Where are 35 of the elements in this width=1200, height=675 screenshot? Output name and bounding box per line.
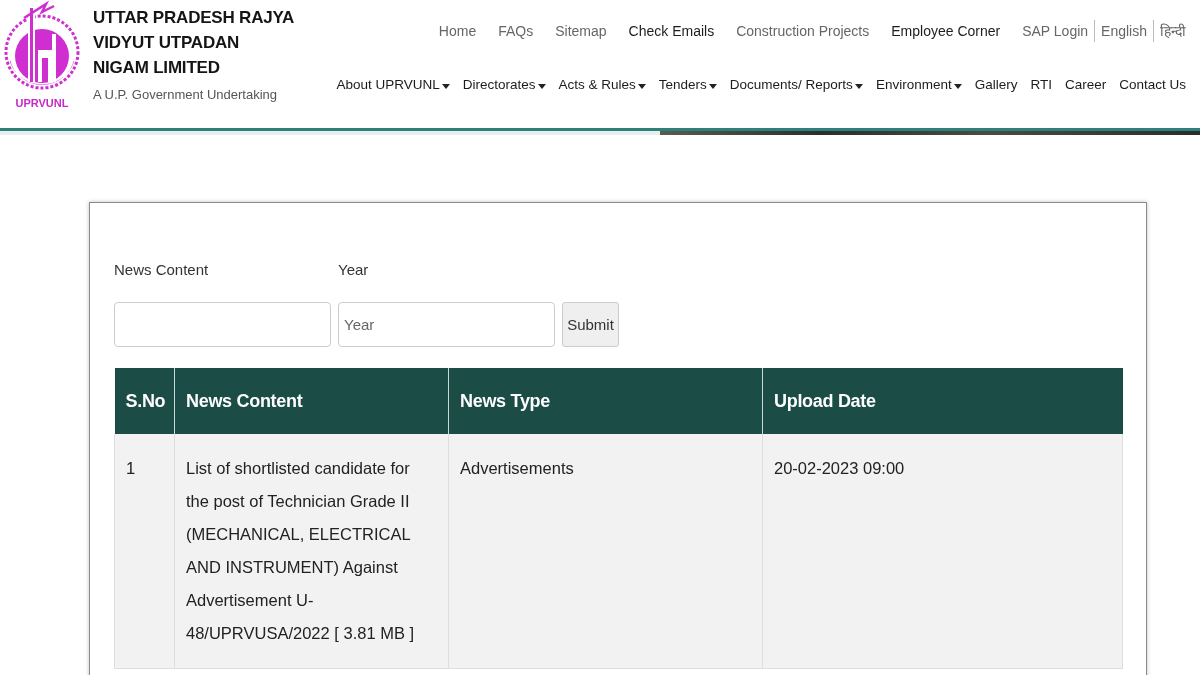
menu-item[interactable]: Tenders (658, 77, 717, 92)
column-header: News Content (174, 368, 449, 434)
column-header: S.No (114, 368, 175, 434)
menu-item[interactable]: Environment (875, 77, 962, 92)
table-cell: 1 (114, 434, 175, 669)
nav-link[interactable]: Construction Projects (736, 23, 870, 39)
input-field[interactable] (114, 302, 331, 347)
menu-item[interactable]: RTI (1030, 77, 1052, 92)
menu-item[interactable]: Gallery (974, 77, 1018, 92)
language-link[interactable]: हिन्दी (1153, 20, 1186, 42)
menu-item[interactable]: Directorates (462, 77, 546, 92)
table-cell: Advertisements (448, 434, 763, 669)
logo-text: UPRVUNL (15, 97, 69, 109)
language-link[interactable]: English (1094, 20, 1147, 42)
input-field[interactable]: Year (338, 302, 555, 347)
nav-link[interactable]: Employee Corner (891, 23, 1001, 39)
company-name: UTTAR PRADESH RAJYA VIDYUT UTPADAN NIGAM LIMITED (93, 7, 295, 79)
field-label: Year (338, 260, 370, 280)
menu-item[interactable]: About UPRVUNL (336, 77, 450, 92)
nav-link[interactable]: Check Emails (628, 23, 715, 39)
menu-item[interactable]: Career (1064, 77, 1107, 92)
column-header: News Type (448, 368, 763, 434)
table-cell: 20-02-2023 09:00 (762, 434, 1123, 669)
field-label: News Content (114, 260, 210, 280)
menu-item[interactable]: Documents/ Reports (729, 77, 863, 92)
nav-link[interactable]: Sitemap (555, 23, 607, 39)
table-cell: List of shortlisted candidate for the post of Technician Grade II (MECHANICAL, ELECTRICAL AND INSTRUMENT) Against Advertisement U-48/UPRVUSA/2022 [ 3.81 MB ] (174, 434, 449, 669)
submit-button[interactable]: Submit (562, 302, 619, 347)
nav-link[interactable]: SAP Login (1022, 23, 1089, 39)
company-subtitle: A U.P. Government Undertaking (93, 87, 279, 102)
menu-item[interactable]: Acts & Rules (558, 77, 646, 92)
menu-item[interactable]: Contact Us (1119, 77, 1186, 92)
column-header: Upload Date (762, 368, 1123, 434)
nav-link[interactable]: Home (438, 23, 477, 39)
nav-link[interactable]: FAQs (498, 23, 534, 39)
